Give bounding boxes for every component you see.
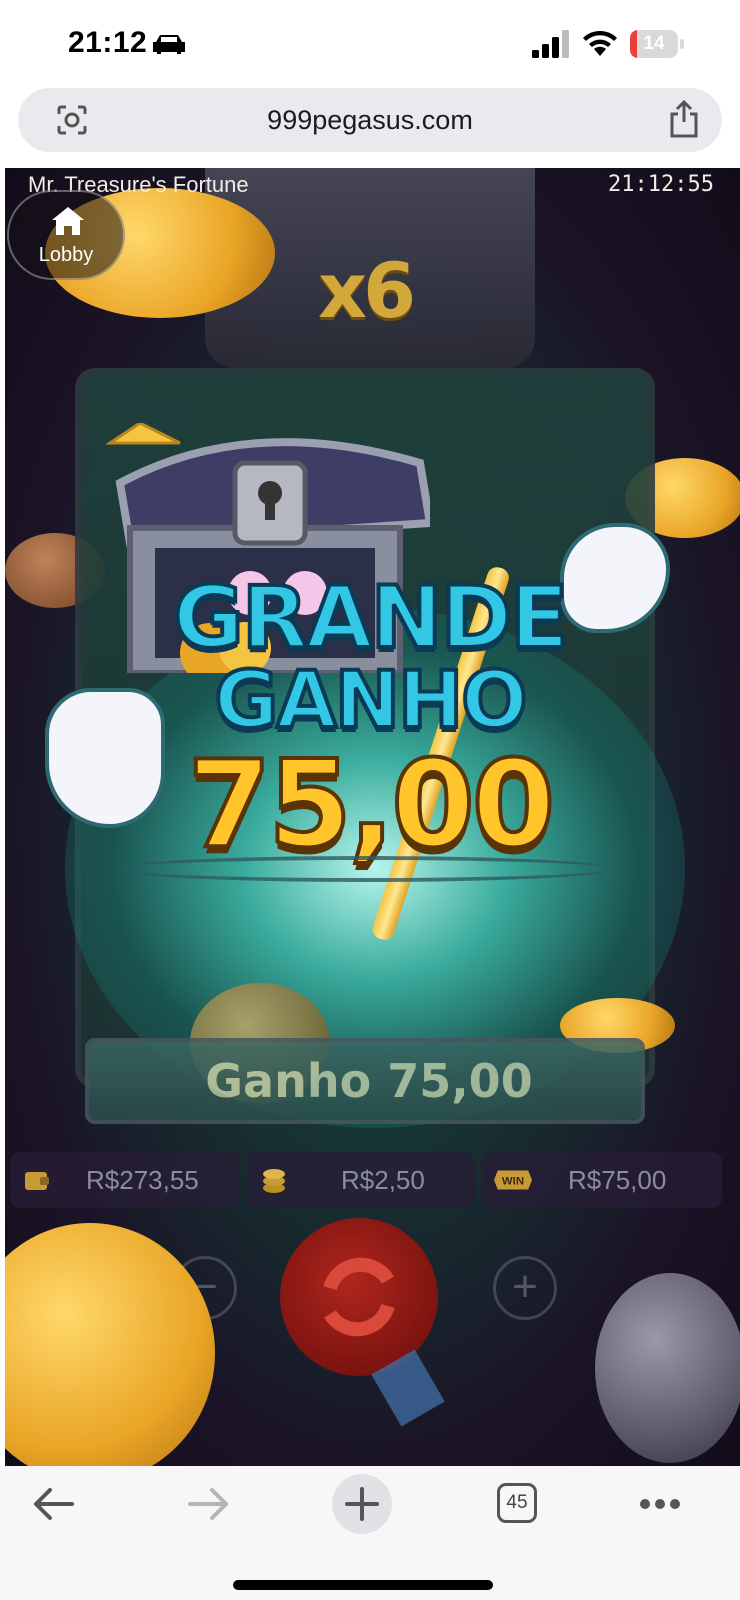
total-win-text: Ganho 75,00 (205, 1054, 533, 1108)
battery-indicator: 14 (630, 30, 684, 58)
lobby-label: Lobby (38, 244, 94, 266)
banner-ribbon (115, 856, 615, 882)
game-canvas[interactable]: x6 GRANDE GANHO 75,00 Ganho 75,00 R$273,… (5, 168, 740, 1466)
balance-panel: R$273,55 (10, 1152, 240, 1208)
back-arrow-icon[interactable] (32, 1486, 76, 1522)
svg-text:WIN: WIN (502, 1176, 524, 1188)
tabs-count-button[interactable]: 45 (497, 1483, 537, 1523)
increase-bet-button[interactable]: + (493, 1256, 557, 1320)
balance-value: R$273,55 (86, 1165, 199, 1195)
total-win-bar: Ganho 75,00 (85, 1038, 645, 1124)
home-icon (52, 207, 84, 235)
big-win-title-line2: GANHO (212, 654, 529, 748)
bet-panel: R$2,50 (247, 1152, 475, 1208)
coin-decoration (595, 1273, 740, 1463)
more-options-icon[interactable] (640, 1498, 680, 1510)
cellular-signal-icon (532, 30, 569, 58)
stats-row: R$273,55 R$2,50 WIN R$75,00 (5, 1152, 740, 1208)
plus-icon (345, 1487, 379, 1521)
big-win-title-line1: GRANDE (171, 566, 570, 670)
share-icon[interactable] (668, 100, 700, 138)
battery-level: 14 (643, 33, 665, 54)
forward-arrow-icon[interactable] (186, 1486, 230, 1522)
big-win-amount: 75,00 (186, 734, 558, 877)
url-text[interactable]: 999pegasus.com (18, 88, 722, 152)
win-badge-icon: WIN (494, 1170, 532, 1190)
home-indicator (233, 1580, 493, 1590)
coin-decoration (5, 1223, 215, 1466)
car-icon (153, 35, 185, 54)
wallet-icon (25, 1172, 49, 1190)
address-bar[interactable]: 999pegasus.com (18, 88, 722, 152)
status-time: 21:12 (68, 26, 148, 59)
browser-toolbar: 45 (0, 1466, 740, 1600)
status-bar: 21:12 14 (0, 0, 740, 86)
lobby-button[interactable]: Lobby (7, 190, 125, 280)
new-tab-button[interactable] (332, 1474, 392, 1534)
wifi-icon (583, 30, 617, 56)
coin-stack-icon (263, 1169, 285, 1193)
win-value: R$75,00 (568, 1165, 667, 1195)
win-panel: WIN R$75,00 (482, 1152, 722, 1208)
game-clock: 21:12:55 (608, 172, 714, 197)
bet-value: R$2,50 (341, 1165, 425, 1195)
multiplier-indicator: x6 (318, 246, 416, 335)
